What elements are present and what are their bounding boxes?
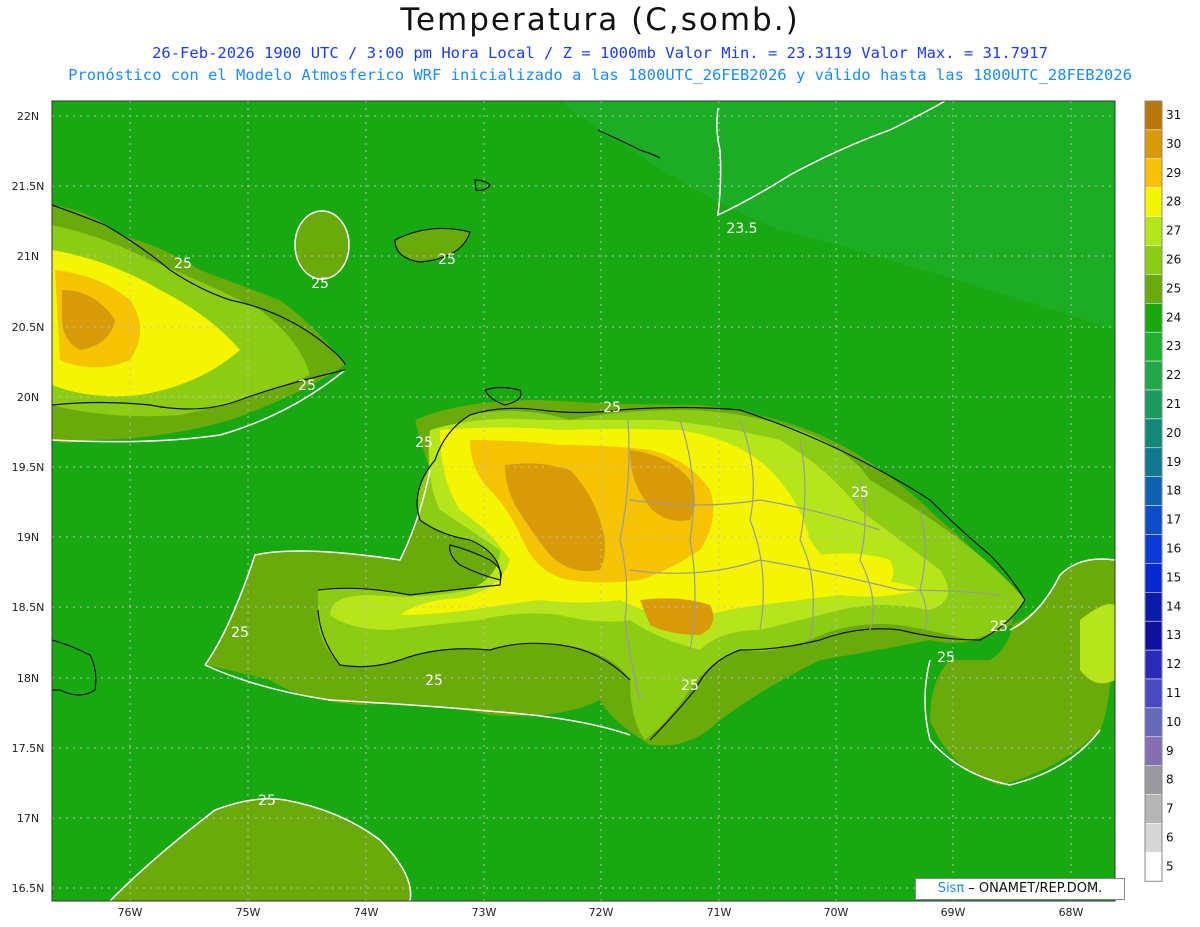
lat-label: 17.5N (12, 742, 45, 755)
contour-label: 25 (851, 485, 869, 501)
contour-label: 25 (311, 276, 329, 292)
colorbar-swatch (1144, 129, 1163, 160)
contour-label: 25 (298, 378, 316, 394)
contour-label: 25 (258, 793, 276, 809)
lon-label: 70W (824, 906, 849, 919)
colorbar-label: 23 (1166, 339, 1181, 353)
contour-label: 25 (174, 256, 192, 272)
colorbar-label: 14 (1166, 599, 1181, 613)
colorbar-swatch (1144, 505, 1163, 535)
colorbar-label: 16 (1166, 542, 1181, 556)
colorbar-label: 20 (1166, 426, 1181, 440)
colorbar-swatch (1144, 418, 1163, 449)
colorbar-label: 11 (1166, 686, 1181, 700)
colorbar-swatch (1144, 534, 1163, 564)
temperature-map: 23.5 25 25 25 25 25 25 25 25 25 25 25 25… (12, 100, 1181, 919)
colorbar-label: 7 (1166, 802, 1174, 816)
contour-label: 25 (603, 400, 621, 416)
longitude-axis: 76W 75W 74W 73W 72W 71W 70W 69W 68W (118, 906, 1084, 919)
contour-label: 25 (425, 673, 443, 689)
colorbar-label: 5 (1166, 859, 1174, 873)
lat-label: 21.5N (12, 180, 45, 193)
colorbar-label: 27 (1166, 224, 1181, 238)
lat-label: 22N (17, 110, 39, 123)
colorbar-swatch (1144, 592, 1163, 622)
lon-label: 71W (707, 906, 732, 919)
colorbar-label: 17 (1166, 513, 1181, 527)
colorbar: 31 30 29 28 27 26 25 24 23 22 21 20 19 18 17 16 15 14 13 12… (1144, 100, 1181, 882)
colorbar-swatch (1144, 620, 1163, 651)
colorbar-swatch (1144, 476, 1163, 506)
colorbar-label: 15 (1166, 570, 1181, 584)
colorbar-swatch (1144, 563, 1163, 593)
contour-label: 25 (415, 435, 433, 451)
contour-label: 25 (438, 252, 456, 268)
lat-label: 16.5N (12, 882, 45, 895)
colorbar-label: 18 (1166, 484, 1181, 498)
lat-label: 18N (17, 672, 39, 685)
colorbar-swatch (1144, 158, 1163, 188)
lon-label: 69W (941, 906, 966, 919)
colorbar-swatch (1144, 765, 1163, 795)
colorbar-swatch (1144, 303, 1163, 333)
colorbar-label: 30 (1166, 137, 1181, 151)
colorbar-label: 29 (1166, 166, 1181, 180)
contour-label: 25 (990, 619, 1008, 635)
colorbar-label: 31 (1166, 108, 1181, 122)
lon-label: 75W (236, 906, 261, 919)
colorbar-label: 21 (1166, 397, 1181, 411)
colorbar-label: 9 (1166, 744, 1174, 758)
colorbar-swatch (1144, 360, 1163, 391)
contour-label: 23.5 (726, 221, 757, 237)
colorbar-swatch (1144, 447, 1163, 477)
lat-label: 20N (17, 391, 39, 404)
contour-label: 25 (937, 650, 955, 666)
lon-label: 73W (472, 906, 497, 919)
colorbar-swatch (1144, 100, 1163, 131)
colorbar-swatch (1144, 736, 1163, 766)
credit-text: – ONAMET/REP.DOM. (964, 881, 1103, 896)
colorbar-swatch (1144, 216, 1163, 246)
credit-box: Sisπ – ONAMET/REP.DOM. (915, 878, 1125, 900)
lon-label: 74W (354, 906, 379, 919)
colorbar-swatch (1144, 389, 1163, 420)
colorbar-label: 6 (1166, 831, 1174, 845)
contour-label: 25 (681, 678, 699, 694)
colorbar-label: 12 (1166, 657, 1181, 671)
sispi-logo: Sisπ (937, 881, 965, 896)
colorbar-label: 10 (1166, 715, 1181, 729)
colorbar-swatch (1144, 187, 1163, 217)
lon-label: 76W (118, 906, 143, 919)
lat-label: 21N (17, 250, 39, 263)
colorbar-label: 22 (1166, 368, 1181, 382)
colorbar-swatch (1144, 707, 1163, 738)
lat-label: 17N (17, 812, 39, 825)
lat-label: 18.5N (12, 601, 45, 614)
colorbar-swatch (1144, 794, 1163, 824)
colorbar-swatch (1144, 331, 1163, 362)
lat-label: 19N (17, 531, 39, 544)
colorbar-swatch (1144, 678, 1163, 709)
colorbar-label: 19 (1166, 455, 1181, 469)
contour-label: 25 (231, 625, 249, 641)
colorbar-swatch (1144, 274, 1163, 304)
colorbar-swatch (1144, 852, 1163, 882)
latitude-axis: 22N 21.5N 21N 20.5N 20N 19.5N 19N 18.5N … (12, 110, 45, 895)
colorbar-swatch (1144, 823, 1163, 853)
colorbar-label: 13 (1166, 628, 1181, 642)
lon-label: 68W (1059, 906, 1084, 919)
colorbar-label: 26 (1166, 253, 1181, 267)
lat-label: 20.5N (12, 321, 45, 334)
colorbar-label: 25 (1166, 281, 1181, 295)
colorbar-label: 24 (1166, 310, 1181, 324)
colorbar-swatch (1144, 649, 1163, 680)
colorbar-label: 28 (1166, 195, 1181, 209)
lat-label: 19.5N (12, 461, 45, 474)
colorbar-label: 8 (1166, 773, 1174, 787)
colorbar-swatch (1144, 245, 1163, 275)
lon-label: 72W (589, 906, 614, 919)
